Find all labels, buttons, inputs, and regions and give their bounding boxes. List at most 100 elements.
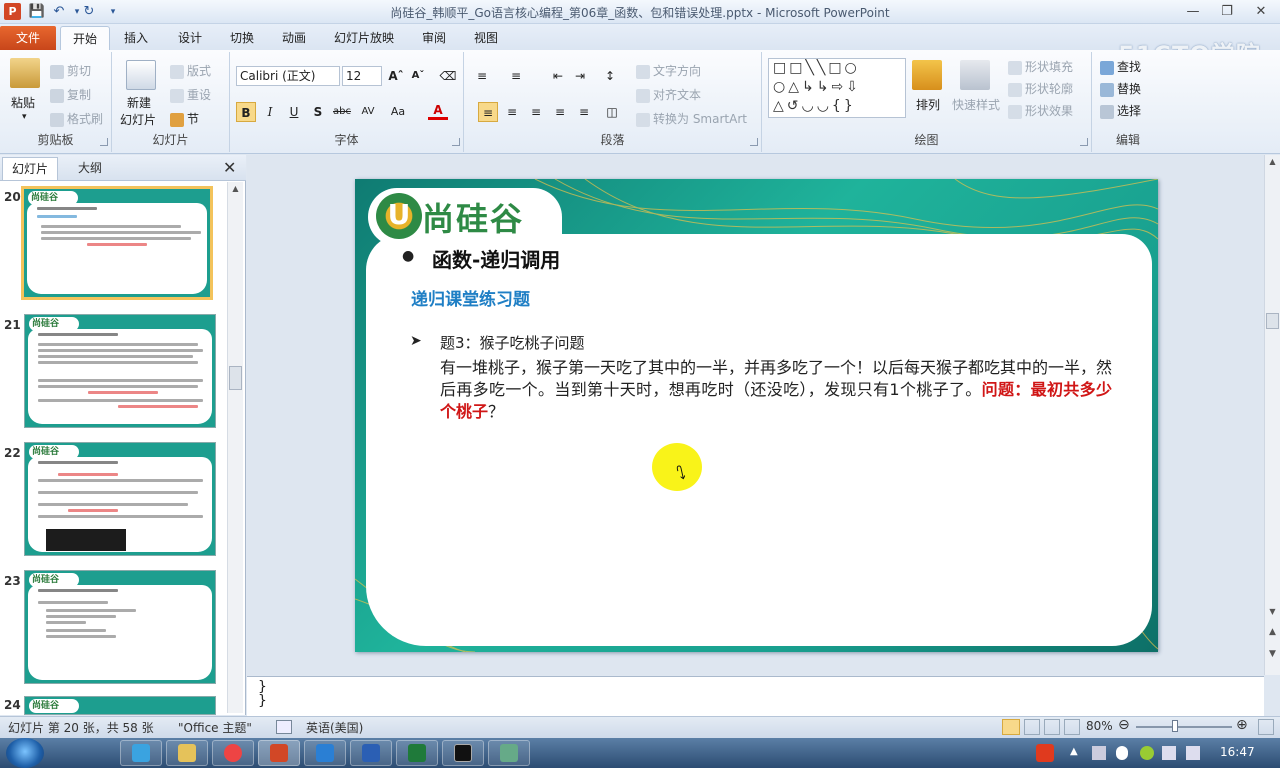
zoom-out-icon[interactable]: ⊖	[1118, 717, 1130, 733]
undo-icon[interactable]: ↶	[50, 3, 68, 21]
clear-format-icon[interactable]: ⌫	[438, 66, 458, 86]
arrange-button[interactable]: 排列	[916, 96, 940, 113]
redo-icon[interactable]: ↻	[80, 3, 98, 21]
tray-network-icon[interactable]	[1092, 746, 1106, 760]
slide-thumbnail-20[interactable]: 尚硅谷	[21, 186, 213, 300]
tab-file[interactable]: 文件	[0, 26, 56, 50]
numbering-icon[interactable]: ≡	[506, 66, 526, 86]
paste-button[interactable]: 粘贴	[11, 94, 35, 111]
slide-thumbnail-24[interactable]: 尚硅谷	[24, 696, 216, 715]
slide-thumbnail-21[interactable]: 尚硅谷	[24, 314, 216, 428]
text-direction-button[interactable]: 文字方向	[636, 62, 701, 79]
previous-slide-icon[interactable]: ▲	[1266, 627, 1279, 637]
theme-status[interactable]: "Office 主题"	[178, 719, 252, 736]
notes-text[interactable]: } }	[258, 680, 267, 708]
tray-bluetooth-icon[interactable]	[1116, 746, 1128, 760]
align-left-icon[interactable]: ≡	[478, 102, 498, 122]
powerpoint-app-icon[interactable]: P	[4, 3, 21, 20]
bold-icon[interactable]: B	[236, 102, 256, 122]
slide-subheading[interactable]: 递归课堂练习题	[411, 285, 530, 310]
new-slide-dropdown[interactable]: 幻灯片	[120, 111, 156, 128]
format-painter-button[interactable]: 格式刷	[50, 110, 103, 127]
char-spacing-icon[interactable]: AV	[358, 102, 378, 122]
shrink-font-icon[interactable]: Aˇ	[408, 66, 428, 86]
bullets-icon[interactable]: ≡	[472, 66, 492, 86]
scroll-down-icon[interactable]: ▼	[1266, 607, 1279, 616]
new-slide-icon[interactable]	[126, 60, 156, 90]
taskbar-explorer-icon[interactable]	[166, 740, 208, 766]
justify-icon[interactable]: ≡	[550, 102, 570, 122]
underline-icon[interactable]: U	[284, 102, 304, 122]
align-right-icon[interactable]: ≡	[526, 102, 546, 122]
font-color-icon[interactable]: A	[428, 100, 448, 120]
zoom-slider[interactable]	[1136, 726, 1232, 728]
taskbar-word-icon[interactable]	[350, 740, 392, 766]
align-center-icon[interactable]: ≡	[502, 102, 522, 122]
copy-button[interactable]: 复制	[50, 86, 91, 103]
close-button[interactable]: ✕	[1246, 2, 1276, 22]
tab-review[interactable]: 审阅	[414, 26, 454, 50]
zoom-level[interactable]: 80%	[1086, 719, 1113, 733]
new-slide-button[interactable]: 新建	[127, 94, 151, 111]
panel-tab-outline[interactable]: 大纲	[60, 157, 120, 180]
problem-title[interactable]: 题3：猴子吃桃子问题	[440, 332, 585, 353]
next-slide-icon[interactable]: ▼	[1266, 649, 1279, 659]
decrease-indent-icon[interactable]: ⇤	[548, 66, 568, 86]
tab-home[interactable]: 开始	[60, 26, 110, 50]
minimize-button[interactable]: —	[1178, 2, 1208, 22]
slide-thumbnail-22[interactable]: 尚硅谷	[24, 442, 216, 556]
convert-smartart-button[interactable]: 转换为 SmartArt	[636, 110, 747, 127]
panel-close-icon[interactable]: ✕	[223, 158, 236, 177]
increase-indent-icon[interactable]: ⇥	[570, 66, 590, 86]
reset-button[interactable]: 重设	[170, 86, 211, 103]
distribute-icon[interactable]: ≡	[574, 102, 594, 122]
find-button[interactable]: 查找	[1100, 58, 1141, 75]
notes-pane[interactable]	[247, 676, 1264, 716]
taskbar-vscode-icon[interactable]	[304, 740, 346, 766]
problem-body[interactable]: 有一堆桃子，猴子第一天吃了其中的一半，并再多吃了一个！以后每天猴子都吃其中的一半…	[440, 357, 1112, 423]
paste-dropdown-icon[interactable]: ▾	[22, 112, 27, 122]
change-case-icon[interactable]: Aa	[388, 102, 408, 122]
language-status[interactable]: 英语(美国)	[306, 719, 363, 736]
clock[interactable]: 16:47	[1220, 745, 1255, 759]
shape-fill-button[interactable]: 形状填充	[1008, 58, 1073, 75]
tab-animations[interactable]: 动画	[274, 26, 314, 50]
select-button[interactable]: 选择	[1100, 102, 1141, 119]
tray-expand-icon[interactable]: ▲	[1070, 746, 1078, 757]
tray-volume-icon[interactable]	[1186, 746, 1200, 760]
panel-scroll-thumb[interactable]	[229, 366, 242, 390]
clipboard-launcher-icon[interactable]	[100, 138, 108, 146]
customize-toolbar-icon[interactable]: ▾	[104, 3, 122, 21]
scroll-up-icon[interactable]: ▲	[229, 184, 242, 193]
columns-icon[interactable]: ◫	[602, 102, 622, 122]
normal-view-icon[interactable]	[1002, 719, 1020, 735]
tab-slideshow[interactable]: 幻灯片放映	[328, 26, 400, 50]
tray-security-icon[interactable]	[1140, 746, 1154, 760]
shape-outline-button[interactable]: 形状轮廓	[1008, 80, 1073, 97]
scroll-up-icon[interactable]: ▲	[1266, 157, 1279, 166]
restore-button[interactable]: ❐	[1212, 2, 1242, 22]
taskbar-chrome-icon[interactable]	[212, 740, 254, 766]
save-icon[interactable]: 💾	[28, 3, 46, 21]
taskbar-cmd-icon[interactable]	[442, 740, 484, 766]
line-spacing-icon[interactable]: ↕	[600, 66, 620, 86]
tab-insert[interactable]: 插入	[116, 26, 156, 50]
font-size-combo[interactable]: 12	[342, 66, 382, 86]
shapes-gallery[interactable]: □□╲╲□○ ○△↳↳⇨⇩ △↺◡◡{}	[768, 58, 906, 118]
tray-sogou-icon[interactable]	[1036, 744, 1054, 762]
arrange-icon[interactable]	[912, 60, 942, 90]
start-button-icon[interactable]	[6, 738, 44, 768]
cut-button[interactable]: 剪切	[50, 62, 91, 79]
tab-view[interactable]: 视图	[466, 26, 506, 50]
slide-scrollbar[interactable]: ▲ ▼ ▲ ▼	[1264, 155, 1280, 675]
replace-button[interactable]: 替换	[1100, 80, 1141, 97]
slide-scroll-thumb[interactable]	[1266, 313, 1279, 329]
taskbar-tool-icon[interactable]	[488, 740, 530, 766]
panel-tab-slides[interactable]: 幻灯片	[2, 157, 58, 180]
shadow-icon[interactable]: S	[308, 102, 328, 122]
slide-sorter-icon[interactable]	[1024, 719, 1040, 735]
slideshow-view-icon[interactable]	[1064, 719, 1080, 735]
section-button[interactable]: 节	[170, 110, 199, 127]
panel-scrollbar[interactable]: ▲	[227, 182, 243, 713]
slide-heading[interactable]: 函数-递归调用	[432, 244, 560, 273]
